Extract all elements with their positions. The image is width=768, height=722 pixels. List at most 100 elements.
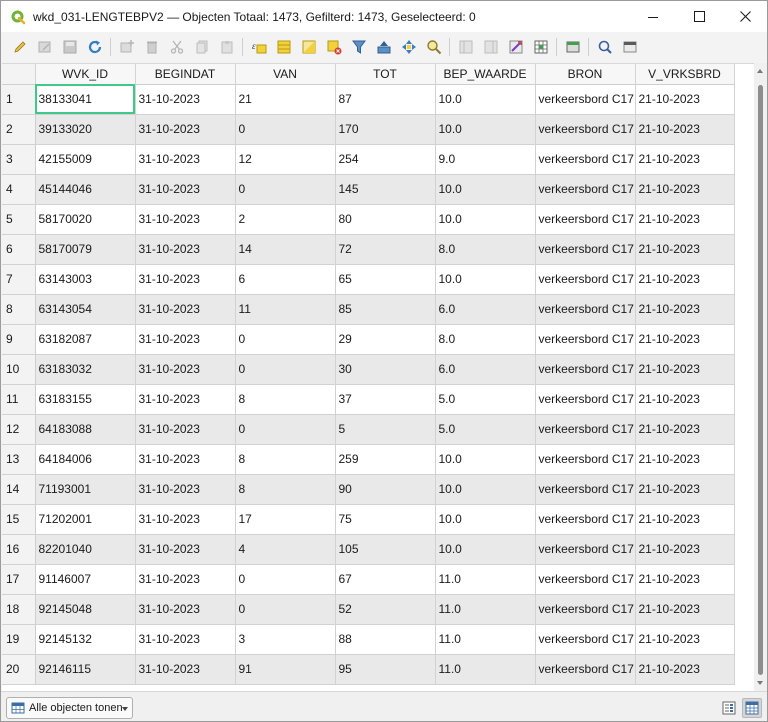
table-cell[interactable]: 10.0 <box>435 534 536 565</box>
column-header[interactable]: WVK_ID <box>35 64 136 85</box>
expression-select-button[interactable]: ε <box>246 35 271 59</box>
row-header[interactable]: 4 <box>2 174 36 205</box>
table-cell[interactable]: 8 <box>235 444 336 475</box>
table-cell[interactable]: 95 <box>335 654 436 685</box>
table-cell[interactable]: 0 <box>235 354 336 385</box>
column-header[interactable]: BEGINDAT <box>135 64 236 85</box>
table-cell[interactable]: 21-10-2023 <box>635 144 735 175</box>
table-cell[interactable]: 80 <box>335 204 436 235</box>
column-header[interactable]: BEP_WAARDE <box>435 64 536 85</box>
table-cell[interactable]: 10.0 <box>435 504 536 535</box>
table-cell[interactable]: 31-10-2023 <box>135 84 236 115</box>
table-cell[interactable]: 75 <box>335 504 436 535</box>
table-cell[interactable]: 38133041 <box>35 84 136 115</box>
vertical-scrollbar[interactable] <box>754 63 767 691</box>
row-header[interactable]: 7 <box>2 264 36 295</box>
table-cell[interactable]: 8 <box>235 474 336 505</box>
table-cell[interactable]: 0 <box>235 564 336 595</box>
table-cell[interactable]: 30 <box>335 354 436 385</box>
pan-to-selection-button[interactable] <box>396 35 421 59</box>
scroll-thumb[interactable] <box>758 85 763 675</box>
row-header[interactable]: 11 <box>2 384 36 415</box>
table-cell[interactable]: 21-10-2023 <box>635 504 735 535</box>
row-header[interactable]: 1 <box>2 84 36 115</box>
table-cell[interactable]: 21-10-2023 <box>635 654 735 685</box>
paste-button[interactable] <box>214 35 239 59</box>
table-cell[interactable]: 31-10-2023 <box>135 204 236 235</box>
table-cell[interactable]: 91146007 <box>35 564 136 595</box>
table-cell[interactable]: 92145048 <box>35 594 136 625</box>
table-row[interactable]: 20 92146115 31-10-2023 91 95 11.0 verkeersbord… <box>2 654 735 685</box>
table-row[interactable]: 17 91146007 31-10-2023 0 67 11.0 verkeersbord … <box>2 564 735 595</box>
table-cell[interactable]: 42155009 <box>35 144 136 175</box>
table-cell[interactable]: 58170020 <box>35 204 136 235</box>
table-cell[interactable]: 11.0 <box>435 594 536 625</box>
table-cell[interactable]: 31-10-2023 <box>135 324 236 355</box>
table-cell[interactable]: 52 <box>335 594 436 625</box>
table-row[interactable]: 5 58170020 31-10-2023 2 80 10.0 verkeersbord C… <box>2 204 735 235</box>
table-cell[interactable]: 8.0 <box>435 324 536 355</box>
conditional-formatting-button[interactable] <box>528 35 553 59</box>
zoom-to-selection-button[interactable] <box>421 35 446 59</box>
table-cell[interactable]: verkeersbord C17 <box>535 234 636 265</box>
table-cell[interactable]: verkeersbord C17 <box>535 84 636 115</box>
table-cell[interactable]: 90 <box>335 474 436 505</box>
row-header[interactable]: 13 <box>2 444 36 475</box>
table-cell[interactable]: 31-10-2023 <box>135 144 236 175</box>
new-field-button[interactable] <box>453 35 478 59</box>
table-cell[interactable]: 8.0 <box>435 234 536 265</box>
table-cell[interactable]: 0 <box>235 114 336 145</box>
table-cell[interactable]: verkeersbord C17 <box>535 384 636 415</box>
row-header[interactable]: 15 <box>2 504 36 535</box>
column-header[interactable]: BRON <box>535 64 636 85</box>
row-header[interactable]: 17 <box>2 564 36 595</box>
table-cell[interactable]: 31-10-2023 <box>135 354 236 385</box>
form-view-button[interactable] <box>719 698 739 718</box>
table-cell[interactable]: verkeersbord C17 <box>535 204 636 235</box>
row-header[interactable]: 19 <box>2 624 36 655</box>
scroll-down-icon[interactable] <box>757 681 763 685</box>
row-header[interactable]: 2 <box>2 114 36 145</box>
table-cell[interactable]: 21-10-2023 <box>635 474 735 505</box>
multi-edit-button[interactable] <box>32 35 57 59</box>
table-cell[interactable]: 31-10-2023 <box>135 654 236 685</box>
layout-button[interactable] <box>617 35 642 59</box>
table-cell[interactable]: 65 <box>335 264 436 295</box>
table-cell[interactable]: 0 <box>235 324 336 355</box>
table-cell[interactable]: verkeersbord C17 <box>535 654 636 685</box>
table-cell[interactable]: 31-10-2023 <box>135 504 236 535</box>
table-cell[interactable]: 31-10-2023 <box>135 414 236 445</box>
table-cell[interactable]: 21-10-2023 <box>635 414 735 445</box>
table-cell[interactable]: 259 <box>335 444 436 475</box>
column-header[interactable]: VAN <box>235 64 336 85</box>
table-row[interactable]: 8 63143054 31-10-2023 11 85 6.0 verkeersbord C… <box>2 294 735 325</box>
table-cell[interactable]: verkeersbord C17 <box>535 474 636 505</box>
deselect-all-button[interactable] <box>321 35 346 59</box>
table-cell[interactable]: 8 <box>235 384 336 415</box>
table-cell[interactable]: 87 <box>335 84 436 115</box>
attribute-table[interactable]: WVK_ID BEGINDAT VAN TOT BEP_WAARDE BRON … <box>2 63 754 691</box>
table-row[interactable]: 16 82201040 31-10-2023 4 105 10.0 verkeersbord… <box>2 534 735 565</box>
table-cell[interactable]: 21-10-2023 <box>635 624 735 655</box>
move-selection-top-button[interactable] <box>371 35 396 59</box>
table-cell[interactable]: 31-10-2023 <box>135 594 236 625</box>
table-cell[interactable]: verkeersbord C17 <box>535 144 636 175</box>
table-row[interactable]: 12 64183088 31-10-2023 0 5 5.0 verkeersbord C1… <box>2 414 735 445</box>
table-cell[interactable]: 31-10-2023 <box>135 114 236 145</box>
actions-button[interactable] <box>592 35 617 59</box>
table-cell[interactable]: 21-10-2023 <box>635 114 735 145</box>
table-cell[interactable]: 21-10-2023 <box>635 264 735 295</box>
table-cell[interactable]: 5.0 <box>435 414 536 445</box>
table-cell[interactable]: 31-10-2023 <box>135 234 236 265</box>
table-cell[interactable]: 63183032 <box>35 354 136 385</box>
table-cell[interactable]: 63183155 <box>35 384 136 415</box>
table-cell[interactable]: 21-10-2023 <box>635 324 735 355</box>
close-button[interactable] <box>722 1 768 32</box>
filter-selection-button[interactable] <box>346 35 371 59</box>
table-cell[interactable]: 37 <box>335 384 436 415</box>
table-cell[interactable]: 85 <box>335 294 436 325</box>
dock-button[interactable] <box>560 35 585 59</box>
table-cell[interactable]: 11.0 <box>435 654 536 685</box>
field-calculator-button[interactable] <box>503 35 528 59</box>
table-cell[interactable]: 64184006 <box>35 444 136 475</box>
